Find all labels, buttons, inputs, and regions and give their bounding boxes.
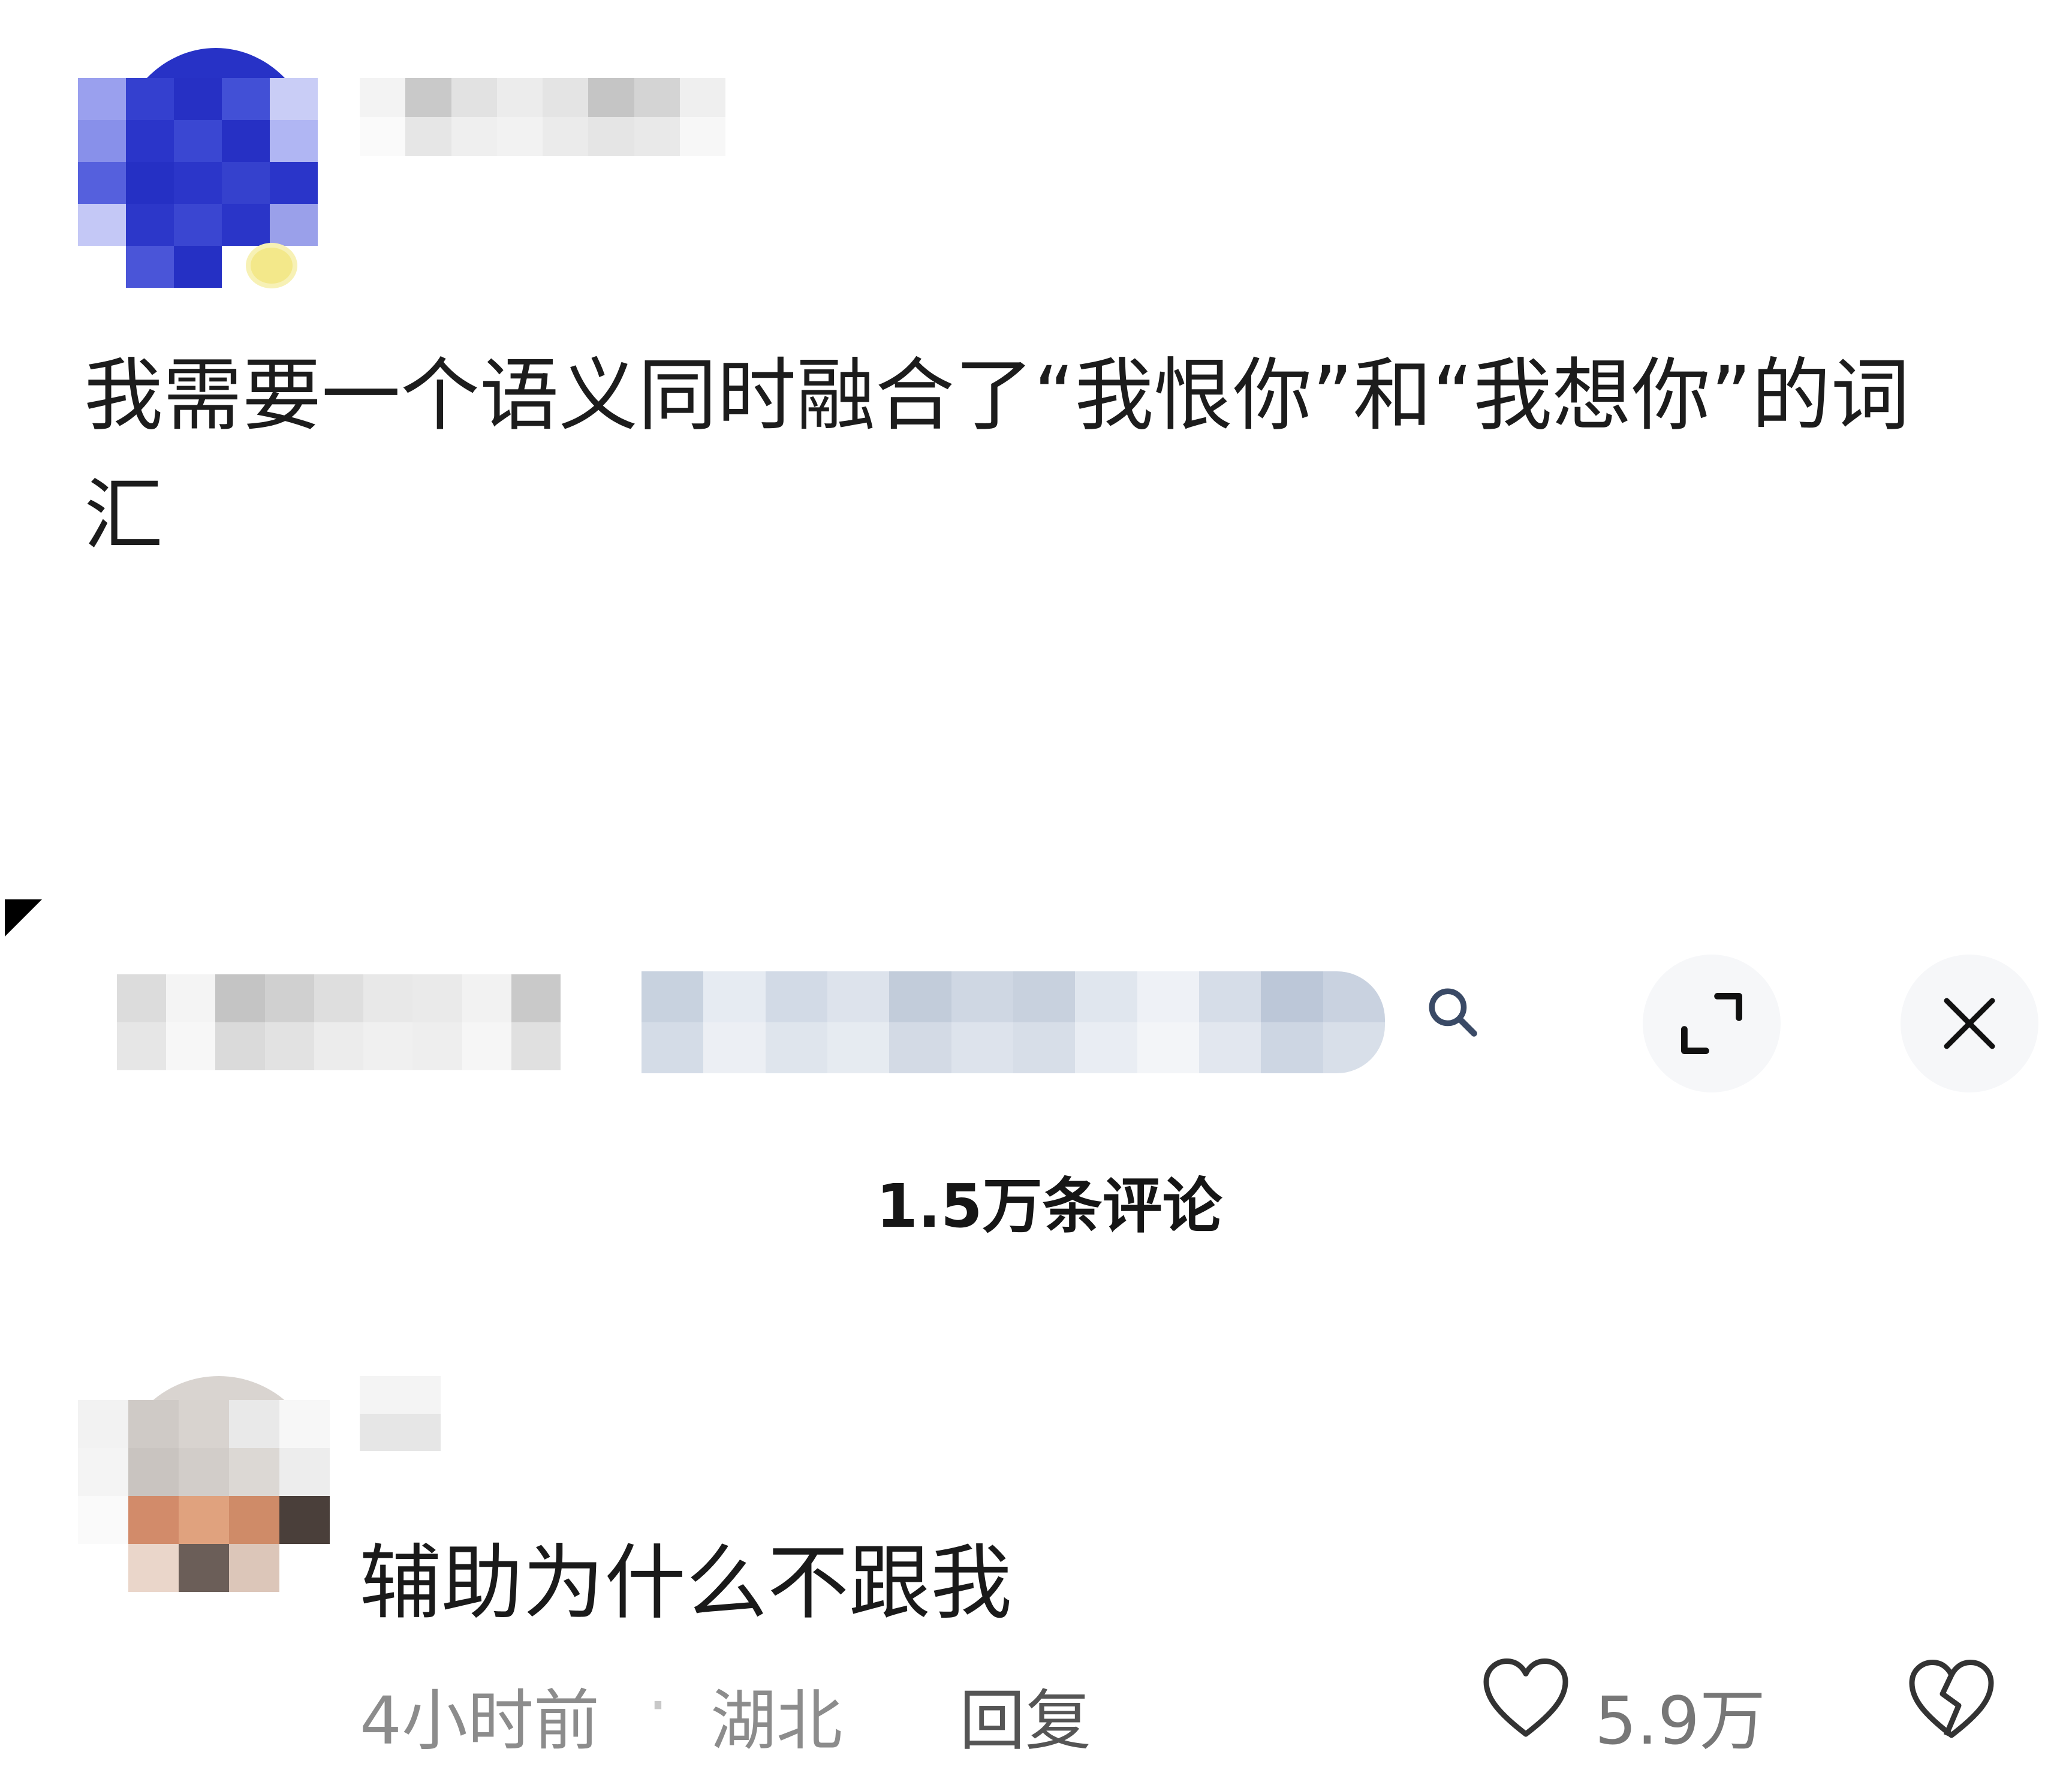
search-text-blurred: [642, 971, 1385, 1073]
broken-heart-icon: [1909, 1660, 1994, 1738]
commenter-avatar[interactable]: [78, 1376, 330, 1592]
post-author-avatar[interactable]: [78, 48, 318, 288]
expand-icon: [1681, 993, 1742, 1054]
reply-button[interactable]: 回复: [959, 1667, 1091, 1763]
toolbar-title-blurred: [117, 974, 561, 1070]
avatar-badge-icon: [246, 243, 297, 288]
comments-count: 1.5万条评论: [876, 1171, 1222, 1241]
comment-text: 辅助为什么不跟我: [360, 1536, 1012, 1631]
dislike-button[interactable]: [1907, 1656, 1996, 1746]
search-icon[interactable]: [1424, 983, 1481, 1040]
post-author-name-blurred[interactable]: [360, 78, 725, 156]
corner-marker: [5, 899, 42, 937]
commenter-name-blurred[interactable]: [360, 1376, 441, 1451]
expand-button[interactable]: [1643, 955, 1781, 1092]
heart-icon: [1483, 1658, 1568, 1737]
like-button[interactable]: 5.9万: [1481, 1655, 1781, 1759]
comment-location: 湖北: [710, 1682, 842, 1759]
close-button[interactable]: [1901, 955, 2038, 1092]
like-count: 5.9万: [1595, 1682, 1766, 1759]
meta-separator: ·: [648, 1667, 668, 1744]
close-icon: [1944, 998, 1995, 1049]
comment-time: 4小时前: [360, 1682, 600, 1759]
search-bar[interactable]: [642, 971, 1493, 1085]
post-text: 我需要一个语义同时融合了“我恨你”和“我想你”的词汇: [84, 350, 1910, 562]
